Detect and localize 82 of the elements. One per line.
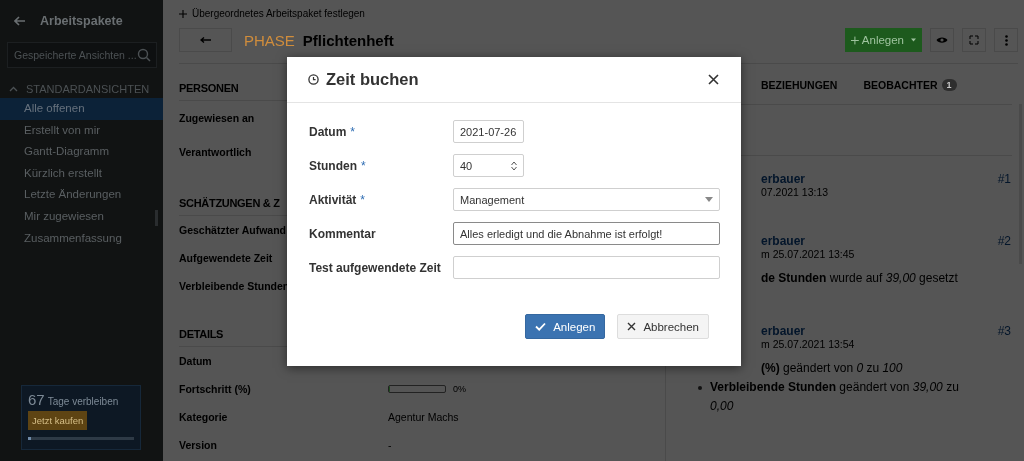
- count-badge: 1: [941, 79, 957, 91]
- sidebar-item[interactable]: Alle offenen: [0, 98, 163, 120]
- sidebar-item[interactable]: Zusammenfassung: [0, 227, 163, 250]
- close-icon: [708, 74, 719, 85]
- close-button[interactable]: [706, 72, 721, 87]
- buy-button[interactable]: Jetzt kaufen: [28, 411, 88, 430]
- caret-icon: [911, 38, 916, 42]
- input-field[interactable]: Alles erledigt und die Abnahme ist erfolgt!: [453, 222, 720, 245]
- sidebar-item[interactable]: Letzte Änderungen: [0, 184, 163, 206]
- cancel-button[interactable]: Abbrechen: [617, 314, 709, 339]
- sidebar-item[interactable]: Gantt-Diagramm: [0, 141, 163, 163]
- close-icon: [627, 322, 637, 331]
- author-link[interactable]: erbauer: [761, 234, 806, 248]
- check-icon: [535, 322, 547, 331]
- author-link[interactable]: erbauer: [761, 172, 806, 186]
- search-placeholder: Gespeicherte Ansichten ...: [14, 49, 137, 61]
- tab[interactable]: BEZIEHUNGEN: [761, 68, 838, 104]
- back-arrow-icon: [14, 16, 26, 26]
- field-label: Verantwortlich: [179, 146, 252, 158]
- watch-button[interactable]: [930, 28, 954, 52]
- field-label: Fortschritt (%): [179, 383, 251, 395]
- progress-value: 0%: [453, 384, 466, 394]
- activity-date: m 25.07.2021 13:45: [761, 248, 855, 260]
- section-header[interactable]: STANDARDANSICHTEN: [26, 83, 150, 95]
- required-marker: *: [360, 192, 365, 207]
- sidebar-item[interactable]: Erstellt von mir: [0, 119, 163, 142]
- type-label: PHASE: [244, 31, 295, 49]
- plus-icon: [179, 9, 187, 18]
- field-label: Stunden: [309, 158, 357, 173]
- change-text: Verbleibende Stunden geändert von 39,00 zu 0,00: [710, 379, 960, 415]
- sidebar-item[interactable]: Mir zugewiesen: [0, 205, 163, 228]
- section-title: PERSONEN: [179, 81, 239, 96]
- date-field[interactable]: 2021-07-26: [453, 120, 524, 143]
- input-field[interactable]: [453, 256, 720, 279]
- submit-button[interactable]: Anlegen: [525, 314, 606, 339]
- author-link[interactable]: erbauer: [761, 324, 806, 338]
- caret-icon: [705, 197, 713, 202]
- section-title: DETAILS: [179, 327, 224, 342]
- search-field[interactable]: Gespeicherte Ansichten ...: [7, 42, 157, 68]
- days-label: Tage verbleiben: [47, 396, 119, 407]
- field-label: Aufgewendete Zeit: [179, 252, 273, 264]
- required-marker: *: [350, 124, 355, 139]
- number-field[interactable]: 40: [453, 154, 524, 177]
- sidebar-item[interactable]: Kürzlich erstellt: [0, 162, 163, 185]
- sidebar-title: Arbeitspakete: [40, 14, 123, 28]
- tab[interactable]: BEOBACHTER 1: [863, 68, 957, 104]
- back-arrow-icon: [199, 37, 212, 43]
- spinner-icon: [511, 160, 517, 171]
- back-button[interactable]: [179, 28, 232, 52]
- more-button[interactable]: [994, 28, 1018, 52]
- field-label: Kategorie: [179, 411, 228, 423]
- eye-icon: [936, 36, 948, 44]
- change-text: (%) geändert von 0 zu 100: [760, 360, 904, 377]
- work-package-title: Pflichtenheft: [302, 31, 394, 49]
- field-label: Zugewiesen an: [179, 112, 255, 124]
- select-field[interactable]: Management: [453, 188, 720, 211]
- activity-number[interactable]: #3: [997, 324, 1011, 338]
- field-label: Datum: [309, 124, 347, 139]
- required-marker: *: [361, 158, 366, 173]
- field-label: Aktivität: [309, 192, 357, 207]
- more-icon: [1004, 34, 1008, 46]
- dialog-title: Zeit buchen: [326, 70, 420, 89]
- field-label: Version: [179, 439, 217, 451]
- fullscreen-button[interactable]: [962, 28, 986, 52]
- clock-icon: [308, 74, 319, 85]
- change-text: de Stunden wurde auf 39,00 gesetzt: [761, 270, 959, 287]
- activity-date: m 25.07.2021 13:54: [761, 338, 855, 350]
- field-label: Kommentar: [309, 226, 376, 241]
- expand-icon: [969, 35, 979, 45]
- activity-number[interactable]: #2: [997, 234, 1011, 248]
- search-icon: [137, 48, 151, 62]
- days-count: 67: [28, 391, 45, 408]
- activity-number[interactable]: #1: [997, 172, 1011, 186]
- plus-icon: [851, 34, 859, 46]
- parent-link[interactable]: Übergeordnetes Arbeitspaket festlegen: [192, 8, 365, 19]
- field-label: Datum: [179, 355, 212, 367]
- activity-date: 07.2021 13:13: [761, 186, 829, 198]
- create-button[interactable]: Anlegen: [845, 28, 922, 52]
- section-title: SCHÄTZUNGEN & Z: [179, 196, 280, 211]
- field-label: Test aufgewendete Zeit: [309, 260, 441, 275]
- field-label: Geschätzter Aufwand: [179, 224, 286, 236]
- field-value: -: [388, 439, 392, 451]
